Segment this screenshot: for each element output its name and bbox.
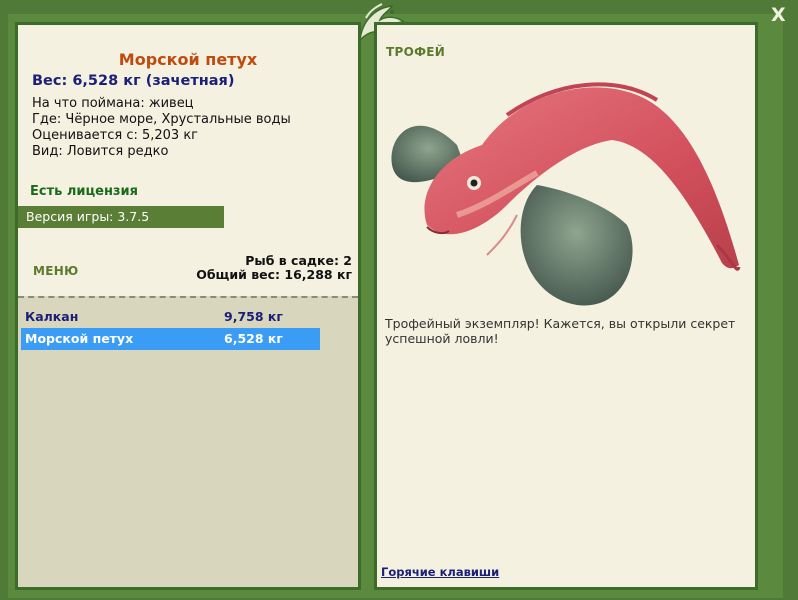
license-status: Есть лицензия xyxy=(30,184,138,199)
valued-from-info: Оценивается с: 5,203 кг xyxy=(32,128,199,143)
keep-count: Рыб в садке: 2 xyxy=(245,253,352,268)
list-item-weight: 9,758 кг xyxy=(224,309,283,324)
fish-name: Морской петух xyxy=(118,50,258,69)
menu-button[interactable]: МЕНЮ xyxy=(33,264,78,278)
trophy-panel: ТРОФЕЙ Трофейный экземпляр! Кажется, вы … xyxy=(374,22,758,590)
fish-image xyxy=(391,82,741,306)
location-info: Где: Чёрное море, Хрустальные воды xyxy=(32,112,291,127)
keep-total-weight: Общий вес: 16,288 кг xyxy=(196,267,352,282)
list-item-weight: 6,528 кг xyxy=(224,331,283,346)
rarity-info: Вид: Ловится редко xyxy=(32,144,169,159)
game-version: Версия игры: 3.7.5 xyxy=(18,206,224,228)
fish-weight: Вес: 6,528 кг (зачетная) xyxy=(32,73,235,89)
list-item-selected[interactable]: Морской петух 6,528 кг xyxy=(21,328,320,350)
catch-list: Калкан 9,758 кг Морской петух 6,528 кг xyxy=(18,296,358,587)
keep-stats: Рыб в садке: 2 Общий вес: 16,288 кг xyxy=(196,254,352,282)
trophy-description: Трофейный экземпляр! Кажется, вы открыли… xyxy=(385,316,736,346)
hotkeys-link[interactable]: Горячие клавиши xyxy=(381,565,499,579)
bait-info: На что поймана: живец xyxy=(32,96,194,111)
list-item-name: Калкан xyxy=(25,309,79,324)
list-item-name: Морской петух xyxy=(25,331,134,346)
fish-info-panel: Морской петух Вес: 6,528 кг (зачетная) Н… xyxy=(15,22,361,590)
close-button[interactable]: X xyxy=(771,6,786,25)
list-item[interactable]: Калкан 9,758 кг xyxy=(21,306,320,328)
